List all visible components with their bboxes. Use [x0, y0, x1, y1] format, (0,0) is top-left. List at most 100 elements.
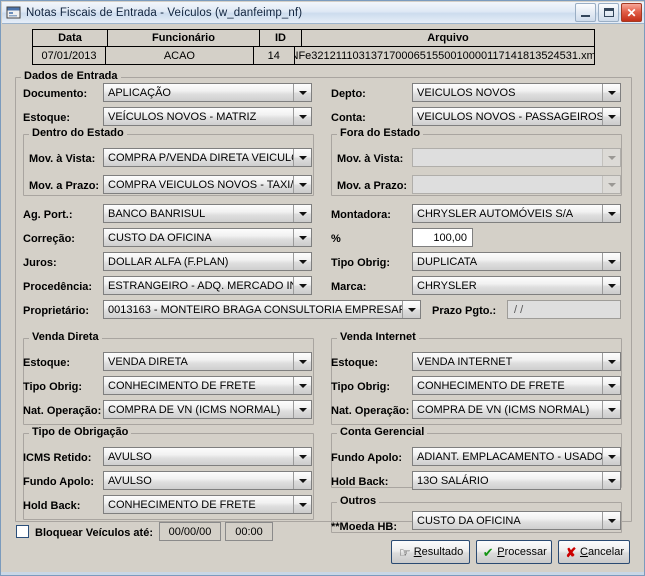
chevron-down-icon[interactable]: [293, 253, 311, 270]
hand-pointer-icon: ☞: [398, 544, 411, 560]
column-header-data: Data: [33, 30, 108, 46]
resultado-button[interactable]: ☞ Resultado: [391, 540, 470, 564]
cancelar-button[interactable]: ✘ Cancelar: [558, 540, 630, 564]
chevron-down-icon[interactable]: [293, 176, 311, 193]
input-prazo-pgto[interactable]: / /: [507, 300, 621, 319]
combo-vd-nat-operacao-value: COMPRA DE VN (ICMS NORMAL): [108, 403, 281, 416]
combo-hold-back-to-value: CONHECIMENTO DE FRETE: [108, 498, 256, 511]
combo-mov-prazo-dentro[interactable]: COMPRA VEICULOS NOVOS - TAXI/D: [103, 175, 312, 194]
combo-mov-vista-dentro[interactable]: COMPRA P/VENDA DIRETA VEICULOS: [103, 148, 312, 167]
combo-procedencia[interactable]: ESTRANGEIRO - ADQ. MERCADO INTE: [103, 276, 312, 295]
chevron-down-icon[interactable]: [293, 496, 311, 513]
combo-fundo-apolo-to[interactable]: AVULSO: [103, 471, 312, 490]
combo-documento[interactable]: APLICAÇÃO: [103, 83, 312, 102]
chevron-down-icon[interactable]: [402, 301, 420, 318]
chevron-down-icon[interactable]: [293, 377, 311, 394]
input-percentual[interactable]: 100,00: [412, 228, 473, 247]
combo-vd-estoque[interactable]: VENDA DIRETA: [103, 352, 312, 371]
combo-hold-back-cg[interactable]: 13O SALÁRIO: [412, 471, 621, 490]
checkbox-bloquear-veiculos[interactable]: [16, 525, 29, 538]
chevron-down-icon[interactable]: [602, 84, 620, 101]
chevron-down-icon[interactable]: [293, 401, 311, 418]
chevron-down-icon[interactable]: [293, 448, 311, 465]
combo-juros[interactable]: DOLLAR ALFA (F.PLAN): [103, 252, 312, 271]
combo-vi-nat-operacao[interactable]: COMPRA DE VN (ICMS NORMAL): [412, 400, 621, 419]
cancelar-button-label: Cancelar: [580, 546, 624, 558]
combo-marca-value: CHRYSLER: [417, 279, 477, 292]
chevron-down-icon[interactable]: [602, 108, 620, 125]
combo-montadora[interactable]: CHRYSLER AUTOMÓVEIS S/A: [412, 204, 621, 223]
combo-conta[interactable]: VEICULOS NOVOS - PASSAGEIROS: [412, 107, 621, 126]
combo-moeda-hb[interactable]: CUSTO DA OFICINA: [412, 511, 621, 530]
processar-accel: P: [497, 546, 505, 558]
resultado-accel: R: [413, 546, 422, 558]
combo-mov-prazo-fora[interactable]: [412, 175, 621, 194]
combo-icms-retido[interactable]: AVULSO: [103, 447, 312, 466]
close-button[interactable]: ✕: [621, 3, 642, 22]
window-title-bar[interactable]: Notas Fiscais de Entrada - Veículos (w_d…: [2, 2, 644, 24]
input-bloquear-date[interactable]: 00/00/00: [159, 522, 221, 541]
label-documento: Documento:: [23, 88, 88, 100]
label-procedencia: Procedência:: [23, 281, 93, 293]
chevron-down-icon[interactable]: [602, 377, 620, 394]
table-row[interactable]: 07/01/2013 ACAO 14 NFe321211103137170006…: [33, 47, 594, 64]
label-icms-retido: ICMS Retido:: [23, 452, 92, 464]
chevron-down-icon[interactable]: [293, 229, 311, 246]
processar-button[interactable]: ✔ Processar: [476, 540, 552, 564]
processar-rest: rocessar: [504, 546, 547, 558]
column-header-funcionario: Funcionário: [108, 30, 260, 46]
table-header-row: Data Funcionário ID Arquivo: [33, 30, 594, 47]
combo-fundo-apolo-cg-value: ADIANT. EMPLACAMENTO - USADOS: [417, 450, 602, 463]
combo-estoque-entrada[interactable]: VEÍCULOS NOVOS - MATRIZ: [103, 107, 312, 126]
combo-vd-tipo-obrig-value: CONHECIMENTO DE FRETE: [108, 379, 256, 392]
combo-montadora-value: CHRYSLER AUTOMÓVEIS S/A: [417, 207, 574, 220]
combo-fundo-apolo-cg[interactable]: ADIANT. EMPLACAMENTO - USADOS: [412, 447, 621, 466]
combo-hold-back-to[interactable]: CONHECIMENTO DE FRETE: [103, 495, 312, 514]
combo-mov-prazo-fora-value: [413, 176, 602, 193]
chevron-down-icon[interactable]: [602, 448, 620, 465]
label-hold-back-to: Hold Back:: [23, 500, 81, 512]
combo-ag-port[interactable]: BANCO BANRISUL: [103, 204, 312, 223]
combo-proprietario[interactable]: 0013163 - MONTEIRO BRAGA CONSULTORIA EMP…: [103, 300, 421, 319]
check-icon: ✔: [482, 544, 494, 560]
combo-documento-value: APLICAÇÃO: [108, 86, 171, 99]
chevron-down-icon[interactable]: [293, 205, 311, 222]
cancelar-rest: ancelar: [587, 546, 625, 558]
combo-vi-estoque[interactable]: VENDA INTERNET: [412, 352, 621, 371]
label-fundo-apolo-to: Fundo Apolo:: [23, 476, 95, 488]
chevron-down-icon[interactable]: [602, 253, 620, 270]
combo-tipo-obrig-right[interactable]: DUPLICATA: [412, 252, 621, 271]
chevron-down-icon[interactable]: [602, 353, 620, 370]
label-vd-tipo-obrig: Tipo Obrig:: [23, 381, 83, 393]
chevron-down-icon[interactable]: [293, 353, 311, 370]
chevron-down-icon[interactable]: [602, 205, 620, 222]
chevron-down-icon[interactable]: [293, 149, 311, 166]
combo-mov-vista-fora[interactable]: [412, 148, 621, 167]
label-vi-nat-operacao: Nat. Operação:: [331, 405, 410, 417]
cell-data: 07/01/2013: [33, 47, 106, 64]
combo-marca[interactable]: CHRYSLER: [412, 276, 621, 295]
chevron-down-icon[interactable]: [293, 277, 311, 294]
label-bloquear-veiculos: Bloquear Veículos até:: [35, 527, 153, 539]
chevron-down-icon[interactable]: [602, 472, 620, 489]
combo-correcao[interactable]: CUSTO DA OFICINA: [103, 228, 312, 247]
chevron-down-icon[interactable]: [293, 472, 311, 489]
combo-icms-retido-value: AVULSO: [108, 450, 152, 463]
input-bloquear-time[interactable]: 00:00: [225, 522, 273, 541]
combo-moeda-hb-value: CUSTO DA OFICINA: [417, 514, 521, 527]
maximize-button[interactable]: [598, 3, 619, 22]
combo-depto[interactable]: VEICULOS NOVOS: [412, 83, 621, 102]
chevron-down-icon[interactable]: [293, 84, 311, 101]
label-moeda-hb: **Moeda HB:: [331, 521, 398, 533]
chevron-down-icon[interactable]: [602, 277, 620, 294]
label-montadora: Montadora:: [331, 209, 391, 221]
minimize-button[interactable]: [575, 3, 596, 22]
combo-vd-nat-operacao[interactable]: COMPRA DE VN (ICMS NORMAL): [103, 400, 312, 419]
chevron-down-icon[interactable]: [602, 401, 620, 418]
combo-vd-tipo-obrig[interactable]: CONHECIMENTO DE FRETE: [103, 376, 312, 395]
processar-button-label: Processar: [497, 546, 547, 558]
group-title-venda-internet: Venda Internet: [337, 331, 419, 343]
chevron-down-icon[interactable]: [293, 108, 311, 125]
chevron-down-icon[interactable]: [602, 512, 620, 529]
combo-vi-tipo-obrig[interactable]: CONHECIMENTO DE FRETE: [412, 376, 621, 395]
